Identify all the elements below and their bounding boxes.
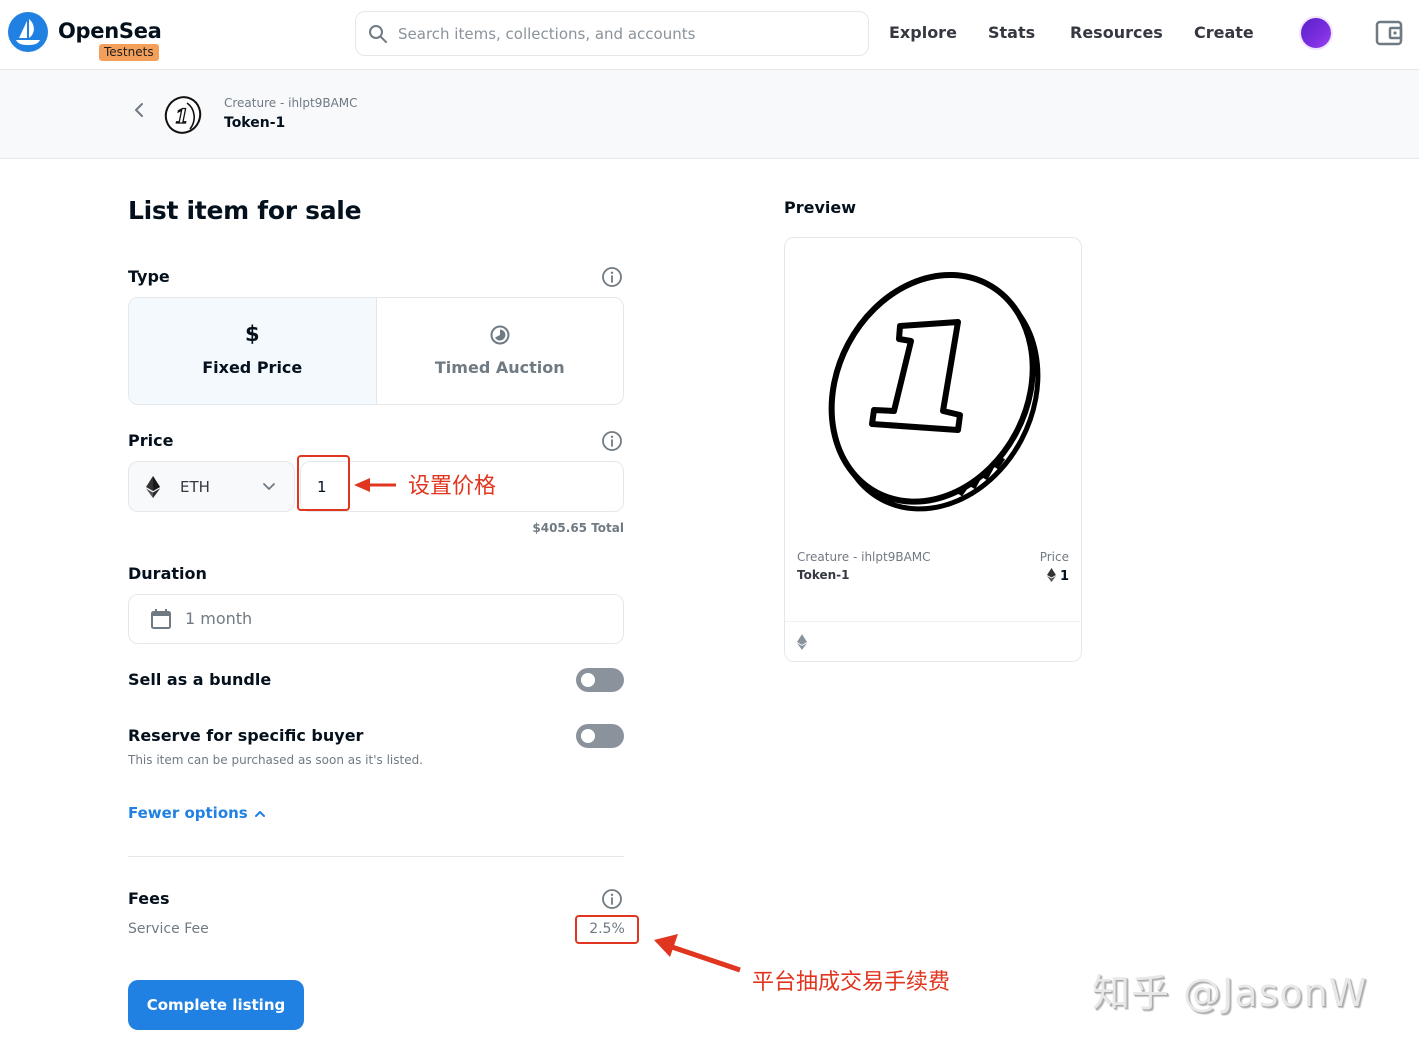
fees-info-icon[interactable] (601, 888, 623, 910)
testnets-badge: Testnets (99, 44, 159, 61)
page-title: List item for sale (128, 196, 362, 225)
type-timed-auction-label: Timed Auction (434, 358, 565, 377)
price-annotation-text: 设置价格 (408, 474, 497, 499)
collection-link[interactable]: Creature - ihlpt9BAMC (224, 96, 358, 110)
search-icon (369, 25, 387, 43)
eth-icon (1046, 568, 1056, 582)
reserve-hint: This item can be purchased as soon as it… (128, 753, 424, 767)
currency-select[interactable]: ETH (128, 461, 295, 512)
price-annotation-box (297, 455, 350, 511)
back-chevron-icon[interactable] (132, 102, 146, 118)
price-label: Price (128, 431, 174, 450)
nav-stats[interactable]: Stats (988, 23, 1035, 42)
bundle-label: Sell as a bundle (128, 670, 272, 689)
reserve-label: Reserve for specific buyer (128, 726, 364, 745)
search-input[interactable] (398, 22, 848, 46)
chevron-down-icon (263, 483, 275, 490)
preview-card[interactable]: Creature - ihlpt9BAMC Token-1 Price 1 (784, 237, 1082, 662)
type-info-icon[interactable] (601, 266, 623, 288)
preview-token-name: Token-1 (797, 568, 850, 582)
eth-icon (146, 476, 160, 498)
chevron-up-icon (254, 810, 265, 817)
fewer-options-label: Fewer options (128, 804, 248, 822)
item-header: 1 Creature - ihlpt9BAMC Token-1 (0, 70, 1419, 159)
duration-label: Duration (128, 564, 207, 583)
search-bar[interactable] (355, 11, 869, 56)
watermark: 知乎 @JasonW (1092, 971, 1368, 1015)
duration-value: 1 month (185, 609, 253, 628)
dollar-icon: $ (244, 322, 260, 346)
price-total: $405.65 Total (532, 521, 624, 535)
bundle-toggle[interactable] (576, 668, 624, 692)
token-thumbnail[interactable]: 1 (163, 94, 205, 136)
type-fixed-price[interactable]: $ Fixed Price (129, 298, 377, 404)
calendar-icon (151, 609, 171, 629)
clock-icon (490, 325, 510, 345)
fee-annotation-arrow (654, 934, 741, 973)
duration-picker[interactable]: 1 month (128, 594, 624, 644)
service-fee-label: Service Fee (128, 921, 209, 937)
type-timed-auction[interactable]: Timed Auction (377, 298, 624, 404)
service-fee-value: 2.5% (575, 915, 639, 944)
top-nav: OpenSea Testnets Explore Stats Resources… (0, 0, 1419, 70)
avatar[interactable] (1301, 18, 1331, 48)
preview-price-value: 1 (1059, 569, 1069, 584)
type-label: Type (128, 267, 170, 286)
fee-annotation-text: 平台抽成交易手续费 (752, 970, 951, 995)
svg-text:1: 1 (175, 104, 189, 128)
token-name: Token-1 (224, 115, 286, 131)
type-fixed-price-label: Fixed Price (202, 358, 303, 377)
brand-name[interactable]: OpenSea (58, 19, 162, 43)
preview-card-footer (785, 621, 1081, 661)
preview-title: Preview (784, 198, 857, 217)
reserve-toggle[interactable] (576, 724, 624, 748)
listing-type-selector: $ Fixed Price Timed Auction (128, 297, 624, 405)
opensea-logo-icon[interactable] (8, 12, 48, 52)
nav-explore[interactable]: Explore (889, 23, 957, 42)
price-info-icon[interactable] (601, 430, 623, 452)
nav-resources[interactable]: Resources (1070, 23, 1163, 42)
preview-price-label: Price (1039, 550, 1069, 564)
fees-label: Fees (128, 889, 170, 908)
fewer-options-button[interactable]: Fewer options (128, 804, 266, 822)
preview-price: 1 (1046, 568, 1069, 584)
preview-collection: Creature - ihlpt9BAMC (797, 550, 931, 564)
wallet-icon[interactable] (1375, 19, 1403, 47)
nav-create[interactable]: Create (1194, 23, 1254, 42)
eth-icon (797, 634, 807, 650)
divider (128, 856, 624, 857)
complete-listing-button[interactable]: Complete listing (128, 980, 304, 1030)
currency-code: ETH (180, 478, 210, 496)
token-image (828, 271, 1041, 512)
